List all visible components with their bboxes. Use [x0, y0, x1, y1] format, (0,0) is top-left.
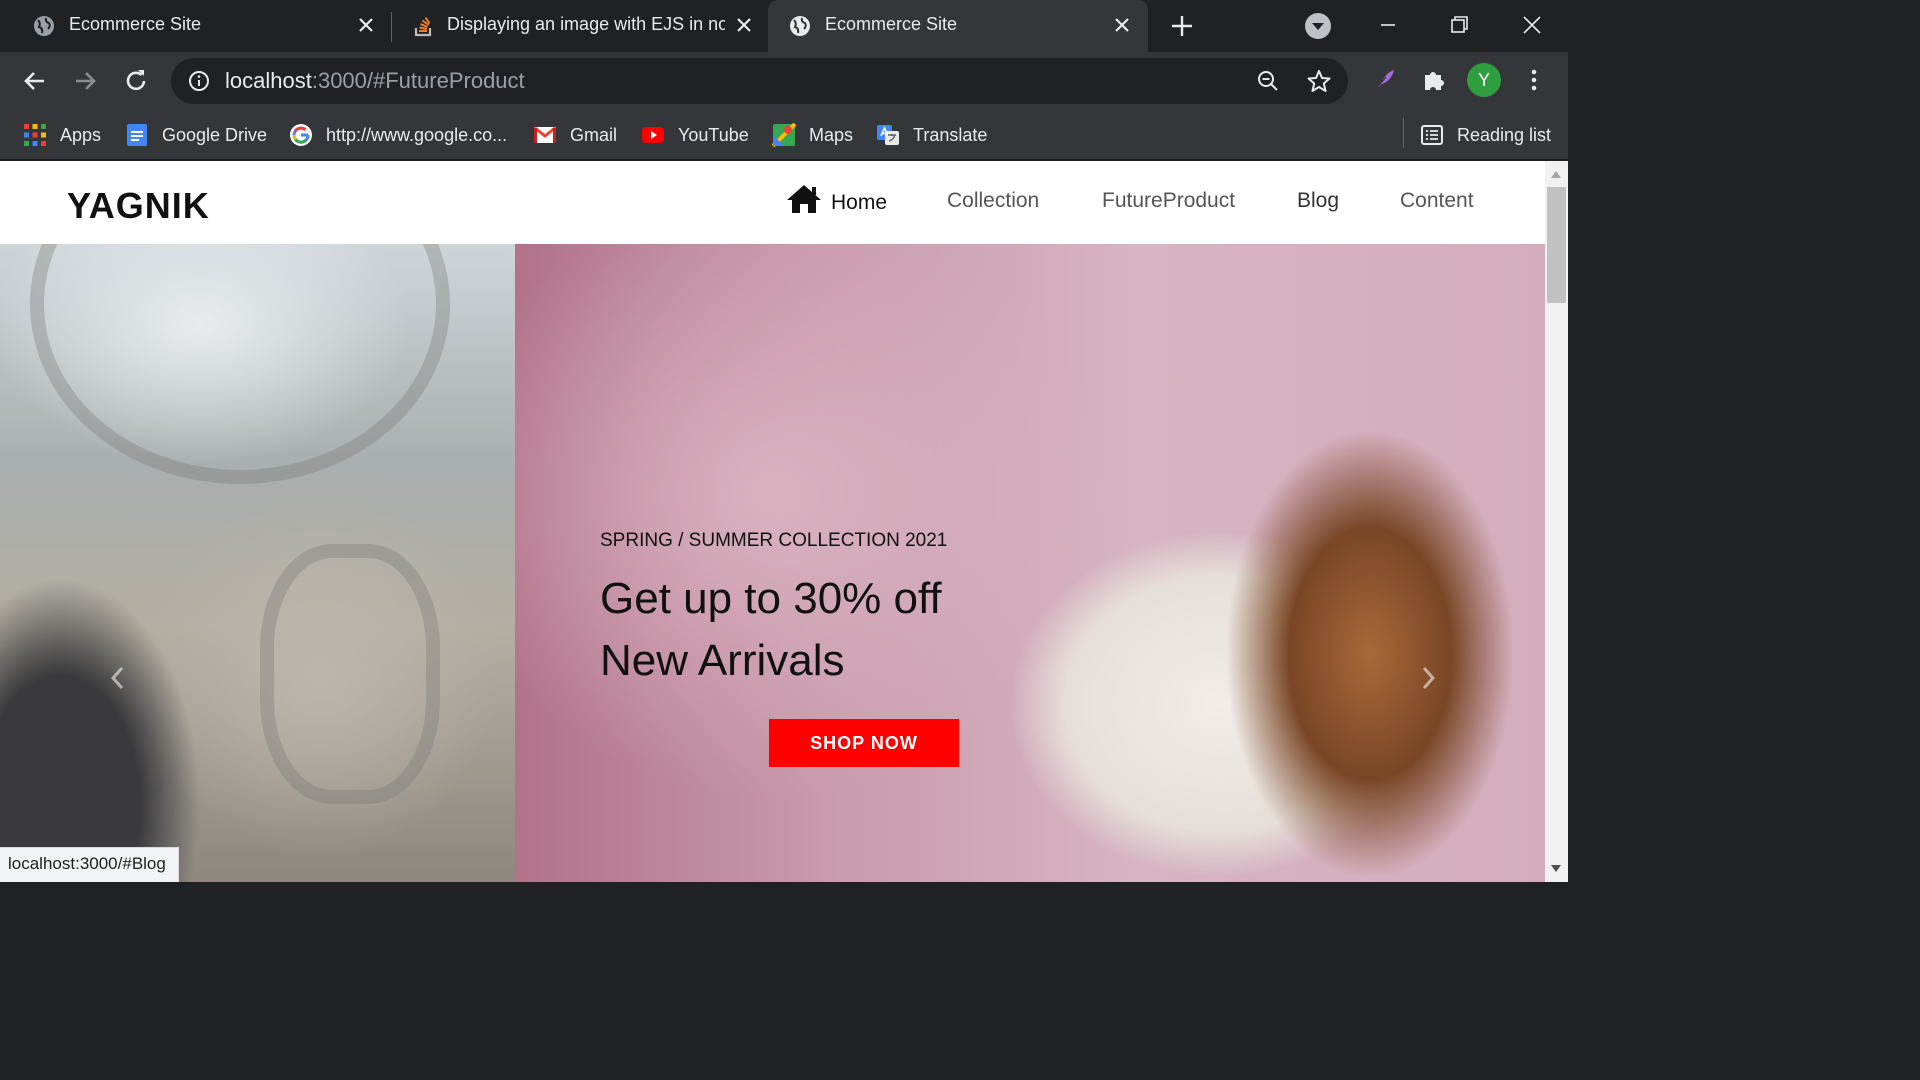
url-host: localhost	[225, 68, 312, 93]
bookmark-translate[interactable]: Translate	[876, 120, 987, 150]
globe-icon	[34, 16, 54, 36]
extensions-puzzle-icon[interactable]	[1420, 66, 1448, 94]
tab-search-button[interactable]	[1305, 13, 1331, 39]
google-docs-icon	[127, 124, 147, 146]
browser-toolbar: localhost:3000/#FutureProduct Y	[0, 52, 1568, 110]
apps-grid-icon	[24, 124, 46, 146]
nav-future-product[interactable]: FutureProduct	[1102, 189, 1235, 213]
bookmark-label: Apps	[60, 124, 102, 145]
globe-icon	[790, 16, 810, 36]
bookmark-label: YouTube	[678, 124, 749, 145]
feather-extension-icon[interactable]	[1370, 66, 1398, 94]
bookmark-label: Google Drive	[162, 124, 268, 145]
scroll-up-icon[interactable]	[1550, 169, 1562, 179]
minimize-icon[interactable]	[1373, 10, 1403, 40]
window-close-icon[interactable]	[1517, 10, 1547, 40]
close-icon[interactable]	[355, 14, 377, 36]
tab-1[interactable]: Ecommerce Site	[0, 0, 388, 52]
new-tab-icon[interactable]	[1168, 12, 1196, 40]
reading-list-button[interactable]: Reading list	[1420, 120, 1551, 150]
bookmark-maps[interactable]: Maps	[772, 120, 853, 150]
bookmark-star-icon[interactable]	[1306, 68, 1332, 94]
site-header: YAGNIK Home Collection FutureProduct Blo…	[0, 161, 1545, 244]
hero-image-left	[0, 244, 515, 882]
reload-icon[interactable]	[121, 66, 151, 96]
link-status-bubble: localhost:3000/#Blog	[0, 847, 179, 882]
scrollbar-thumb[interactable]	[1547, 187, 1566, 303]
url-text: localhost:3000/#FutureProduct	[225, 68, 525, 94]
youtube-icon	[642, 127, 664, 143]
bookmark-label: Maps	[809, 124, 854, 145]
bookmark-label: Gmail	[570, 124, 618, 145]
tab-title: Displaying an image with EJS in nod	[447, 14, 725, 34]
browser-window: Ecommerce Site Displaying an image with …	[0, 0, 1568, 882]
arch-shape	[30, 244, 450, 484]
carousel-next-icon[interactable]	[1418, 664, 1438, 692]
bookmark-gmail[interactable]: Gmail	[533, 120, 617, 150]
page-scrollbar[interactable]	[1545, 161, 1568, 882]
hero-headline: Get up to 30% off	[600, 574, 942, 623]
bookmarks-divider	[1403, 118, 1404, 148]
address-bar[interactable]: localhost:3000/#FutureProduct	[171, 58, 1348, 104]
nav-content[interactable]: Content	[1400, 189, 1474, 213]
chevron-down-icon	[1312, 23, 1324, 30]
bookmark-apps[interactable]: Apps	[23, 120, 101, 150]
hero-carousel: SPRING / SUMMER COLLECTION 2021 Get up t…	[0, 244, 1545, 882]
profile-avatar[interactable]: Y	[1467, 63, 1501, 97]
bookmarks-bar: Apps Google Drive http://www.google.co..…	[0, 110, 1568, 160]
tab-strip: Ecommerce Site Displaying an image with …	[0, 0, 1568, 52]
arch-shape	[260, 544, 440, 804]
model-hair-shape	[1180, 374, 1545, 882]
tab-3-active[interactable]: Ecommerce Site	[768, 0, 1148, 52]
hero-headline-2: New Arrivals	[600, 636, 845, 685]
nav-home-label: Home	[831, 191, 888, 214]
close-icon[interactable]	[733, 14, 755, 36]
shop-now-button[interactable]: SHOP NOW	[769, 719, 959, 767]
nav-home[interactable]: Home	[785, 183, 887, 215]
bookmark-label: http://www.google.co...	[326, 124, 508, 145]
bookmark-google[interactable]: http://www.google.co...	[289, 120, 507, 150]
url-path: :3000/#FutureProduct	[311, 68, 525, 93]
close-icon[interactable]	[1111, 14, 1133, 36]
zoom-out-icon[interactable]	[1256, 69, 1280, 93]
tab-title: Ecommerce Site	[825, 14, 958, 34]
home-icon	[787, 185, 821, 213]
back-icon[interactable]	[20, 66, 50, 96]
reading-list-label: Reading list	[1457, 124, 1552, 145]
gmail-icon	[534, 126, 556, 143]
bookmark-youtube[interactable]: YouTube	[641, 120, 749, 150]
carousel-prev-icon[interactable]	[108, 664, 128, 692]
web-page: YAGNIK Home Collection FutureProduct Blo…	[0, 161, 1545, 882]
tab-2[interactable]: Displaying an image with EJS in nod	[392, 0, 768, 52]
scroll-down-icon[interactable]	[1550, 864, 1562, 874]
more-menu-icon[interactable]	[1524, 66, 1544, 94]
restore-icon[interactable]	[1444, 10, 1474, 40]
bookmark-google-drive[interactable]: Google Drive	[125, 120, 267, 150]
site-logo[interactable]: YAGNIK	[67, 185, 210, 227]
maps-icon	[772, 123, 796, 147]
tab-title: Ecommerce Site	[69, 14, 202, 34]
google-icon	[290, 124, 312, 146]
hero-subhead: SPRING / SUMMER COLLECTION 2021	[600, 530, 948, 551]
forward-icon[interactable]	[70, 66, 100, 96]
reading-list-icon	[1421, 125, 1443, 145]
nav-collection[interactable]: Collection	[947, 189, 1039, 213]
info-icon[interactable]	[188, 70, 210, 92]
bookmark-label: Translate	[913, 124, 988, 145]
nav-blog[interactable]: Blog	[1297, 189, 1339, 213]
translate-icon	[877, 125, 899, 145]
stackoverflow-icon	[414, 16, 432, 37]
